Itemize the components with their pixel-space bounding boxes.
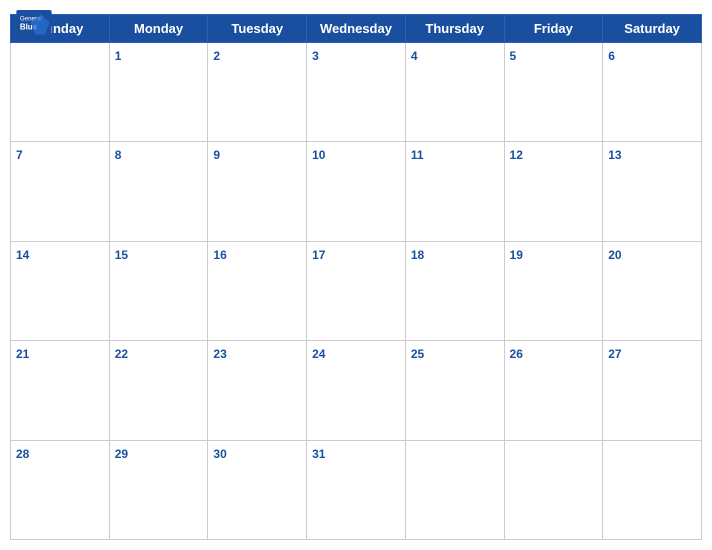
calendar-week-3: 21 22 23 24 25 26 27: [11, 341, 702, 440]
day-number: 10: [312, 148, 325, 162]
day-number: 18: [411, 248, 424, 262]
calendar-day-8: 8: [109, 142, 208, 241]
calendar-day-21: 21: [11, 341, 110, 440]
calendar-day-29: 29: [109, 440, 208, 539]
calendar-day-empty: [405, 440, 504, 539]
day-number: 26: [510, 347, 523, 361]
day-number: 15: [115, 248, 128, 262]
day-number: 19: [510, 248, 523, 262]
day-number: 29: [115, 447, 128, 461]
calendar-day-19: 19: [504, 241, 603, 340]
calendar-day-30: 30: [208, 440, 307, 539]
calendar-day-11: 11: [405, 142, 504, 241]
page-header: General Blue: [0, 0, 712, 14]
calendar-day-13: 13: [603, 142, 702, 241]
weekday-header-tuesday: Tuesday: [208, 15, 307, 43]
day-number: 9: [213, 148, 220, 162]
weekday-header-saturday: Saturday: [603, 15, 702, 43]
day-number: 4: [411, 49, 418, 63]
day-number: 5: [510, 49, 517, 63]
day-number: 8: [115, 148, 122, 162]
day-number: 14: [16, 248, 29, 262]
day-number: 28: [16, 447, 29, 461]
calendar-header: SundayMondayTuesdayWednesdayThursdayFrid…: [11, 15, 702, 43]
calendar-week-2: 14 15 16 17 18 19 20: [11, 241, 702, 340]
calendar-day-14: 14: [11, 241, 110, 340]
calendar-body: 1234567891011121314151617181920212223242…: [11, 43, 702, 540]
calendar-day-1: 1: [109, 43, 208, 142]
day-number: 7: [16, 148, 23, 162]
calendar-day-27: 27: [603, 341, 702, 440]
day-number: 20: [608, 248, 621, 262]
calendar-day-7: 7: [11, 142, 110, 241]
day-number: 27: [608, 347, 621, 361]
day-number: 25: [411, 347, 424, 361]
calendar-day-20: 20: [603, 241, 702, 340]
calendar-day-3: 3: [307, 43, 406, 142]
calendar-day-6: 6: [603, 43, 702, 142]
calendar-day-15: 15: [109, 241, 208, 340]
logo-icon: General Blue: [16, 10, 52, 40]
calendar-week-4: 28 29 30 31: [11, 440, 702, 539]
day-number: 23: [213, 347, 226, 361]
day-number: 3: [312, 49, 319, 63]
calendar-day-2: 2: [208, 43, 307, 142]
day-number: 30: [213, 447, 226, 461]
calendar-day-9: 9: [208, 142, 307, 241]
calendar-day-5: 5: [504, 43, 603, 142]
calendar-day-26: 26: [504, 341, 603, 440]
calendar-day-28: 28: [11, 440, 110, 539]
day-number: 16: [213, 248, 226, 262]
weekday-header-monday: Monday: [109, 15, 208, 43]
calendar-day-16: 16: [208, 241, 307, 340]
day-number: 24: [312, 347, 325, 361]
weekday-header-thursday: Thursday: [405, 15, 504, 43]
calendar-day-23: 23: [208, 341, 307, 440]
day-number: 1: [115, 49, 122, 63]
weekday-header-wednesday: Wednesday: [307, 15, 406, 43]
calendar-table: SundayMondayTuesdayWednesdayThursdayFrid…: [10, 14, 702, 540]
day-number: 2: [213, 49, 220, 63]
calendar-day-10: 10: [307, 142, 406, 241]
calendar-day-31: 31: [307, 440, 406, 539]
logo: General Blue: [16, 10, 52, 42]
day-number: 22: [115, 347, 128, 361]
day-number: 11: [411, 148, 424, 162]
day-number: 21: [16, 347, 29, 361]
calendar-day-empty: [603, 440, 702, 539]
day-number: 6: [608, 49, 615, 63]
calendar-day-24: 24: [307, 341, 406, 440]
calendar-day-empty: [11, 43, 110, 142]
calendar-day-empty: [504, 440, 603, 539]
day-number: 31: [312, 447, 325, 461]
calendar-day-25: 25: [405, 341, 504, 440]
day-number: 13: [608, 148, 621, 162]
calendar: SundayMondayTuesdayWednesdayThursdayFrid…: [0, 14, 712, 550]
calendar-day-18: 18: [405, 241, 504, 340]
weekday-header-friday: Friday: [504, 15, 603, 43]
calendar-day-22: 22: [109, 341, 208, 440]
calendar-day-12: 12: [504, 142, 603, 241]
calendar-day-4: 4: [405, 43, 504, 142]
calendar-week-0: 1 2 3 4 5 6: [11, 43, 702, 142]
calendar-day-17: 17: [307, 241, 406, 340]
day-number: 12: [510, 148, 523, 162]
day-number: 17: [312, 248, 325, 262]
calendar-week-1: 7 8 9 10 11 12 13: [11, 142, 702, 241]
